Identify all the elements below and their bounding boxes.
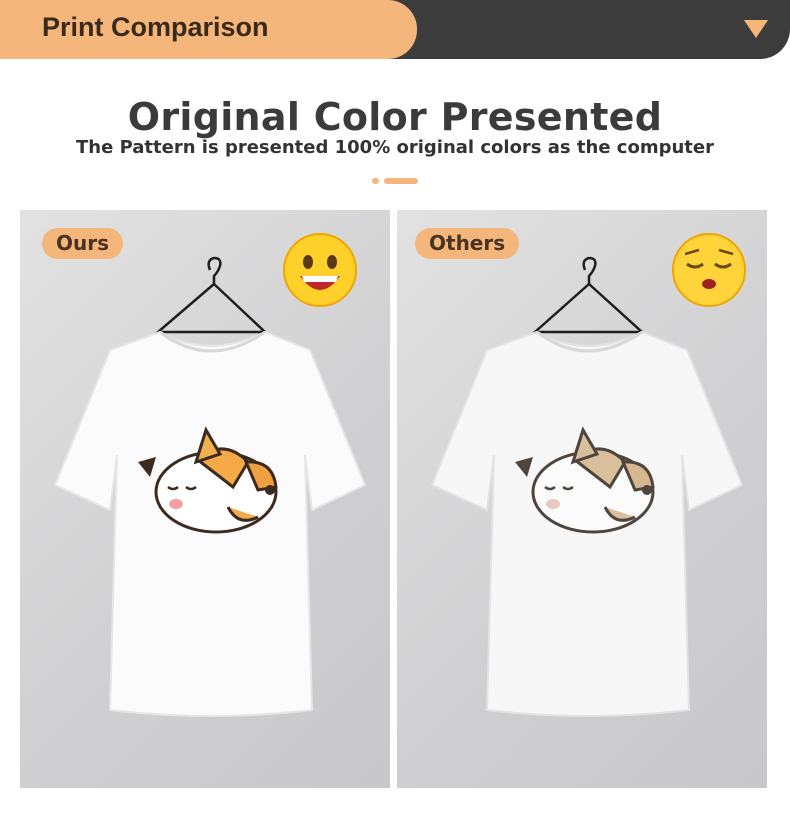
comparison-panel-ours: Ours bbox=[20, 210, 390, 788]
tag-ours: Ours bbox=[42, 228, 124, 259]
hanger-icon bbox=[531, 256, 646, 334]
page-subtitle: The Pattern is presented 100% original c… bbox=[76, 137, 714, 158]
comparison-panel-others: Others bbox=[397, 210, 767, 788]
divider-bar bbox=[384, 178, 418, 184]
hanger-icon bbox=[154, 256, 269, 334]
triangle-down-icon[interactable] bbox=[744, 20, 768, 38]
tag-others: Others bbox=[415, 228, 520, 259]
pensive-face-icon bbox=[672, 233, 746, 307]
page-title: Original Color Presented bbox=[127, 95, 663, 139]
header-title: Print Comparison bbox=[42, 12, 269, 42]
tshirt-image bbox=[430, 233, 746, 717]
divider-dot bbox=[372, 178, 379, 184]
tshirt-image bbox=[53, 233, 367, 717]
section-header: Print Comparison bbox=[0, 0, 790, 59]
grinning-face-icon bbox=[283, 233, 357, 307]
